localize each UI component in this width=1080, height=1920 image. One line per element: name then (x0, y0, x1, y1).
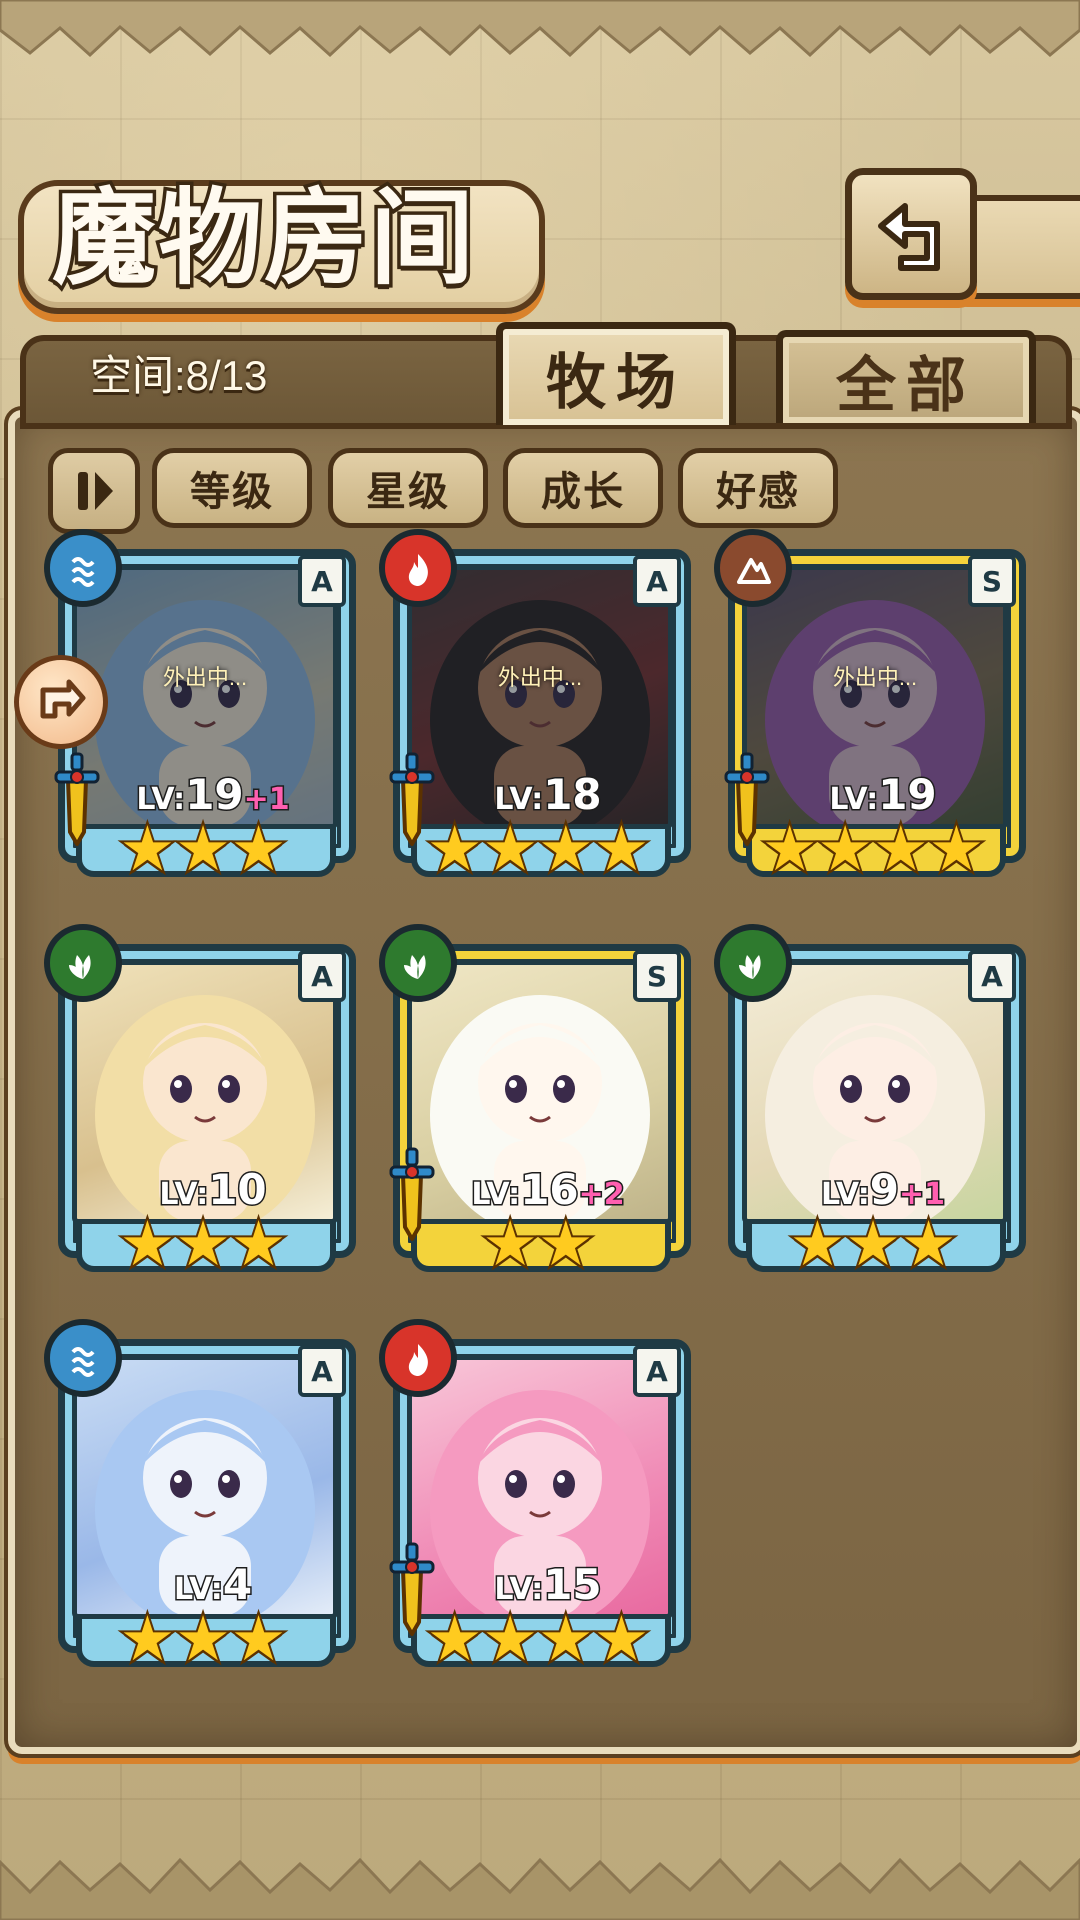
pause-button[interactable] (48, 448, 140, 534)
tab-all[interactable]: 全部 (776, 330, 1036, 423)
star-icons: ★★★★ (760, 812, 986, 885)
star-icons: ★★ (480, 1207, 595, 1280)
star-rating: ★★★ (738, 1207, 1008, 1280)
monster-card[interactable]: 外出中... S LV:19 ★★★★ (714, 529, 1028, 882)
back-arrow-icon (878, 203, 940, 271)
star-rating: ★★★ (68, 1602, 338, 1675)
sort-by-level-button[interactable]: 等级 (152, 448, 312, 528)
star-rating: ★★★ (68, 1207, 338, 1280)
monster-card[interactable]: S LV:16+2 ★★ (379, 924, 693, 1277)
star-icons: ★★★★ (425, 812, 651, 885)
rank-badge: A (633, 1345, 681, 1397)
page-title: 魔物房间 (49, 173, 478, 303)
nature-element-icon (44, 924, 122, 1002)
star-rating: ★★★★ (403, 812, 673, 885)
monster-card[interactable]: A LV:15 ★★★★ (379, 1319, 693, 1672)
sort-by-stars-button[interactable]: 星级 (328, 448, 488, 528)
monster-card[interactable]: A LV:4 ★★★ (44, 1319, 358, 1672)
torn-paper-bottom (0, 1857, 1080, 1920)
torn-paper-top (0, 0, 1080, 58)
away-status-label: 外出中... (832, 665, 918, 690)
rank-badge: S (633, 950, 681, 1002)
rank-badge: A (298, 1345, 346, 1397)
star-icons: ★★★★ (425, 1602, 651, 1675)
sort-by-affection-button[interactable]: 好感 (678, 448, 838, 528)
water-element-icon (44, 529, 122, 607)
nature-element-icon (379, 924, 457, 1002)
tab-ranch[interactable]: 牧场 (496, 322, 736, 425)
pause-icon (78, 472, 113, 510)
star-icons: ★★★ (118, 812, 289, 885)
star-rating: ★★ (403, 1207, 673, 1280)
space-capacity-label: 空间:8/13 (90, 352, 268, 399)
nature-element-icon (714, 924, 792, 1002)
fire-element-icon (379, 529, 457, 607)
side-arrow-token[interactable] (14, 655, 108, 749)
rank-badge: S (968, 555, 1016, 607)
monster-card[interactable]: A LV:10 ★★★ (44, 924, 358, 1277)
rank-badge: A (298, 555, 346, 607)
star-icons: ★★★ (788, 1207, 959, 1280)
star-rating: ★★★ (68, 812, 338, 885)
away-status-label: 外出中... (497, 665, 583, 690)
star-icons: ★★★ (118, 1602, 289, 1675)
away-status-label: 外出中... (162, 665, 248, 690)
fire-element-icon (379, 1319, 457, 1397)
sort-by-growth-button[interactable]: 成长 (503, 448, 663, 528)
star-icons: ★★★ (118, 1207, 289, 1280)
water-element-icon (44, 1319, 122, 1397)
earth-element-icon (714, 529, 792, 607)
star-rating: ★★★★ (403, 1602, 673, 1675)
monster-card[interactable]: A LV:9+1 ★★★ (714, 924, 1028, 1277)
monster-card[interactable]: 外出中... A LV:18 ★★★★ (379, 529, 693, 882)
rank-badge: A (633, 555, 681, 607)
rank-badge: A (968, 950, 1016, 1002)
back-button[interactable] (845, 168, 977, 300)
arrow-token-icon (40, 679, 86, 719)
star-rating: ★★★★ (738, 812, 1008, 885)
rank-badge: A (298, 950, 346, 1002)
